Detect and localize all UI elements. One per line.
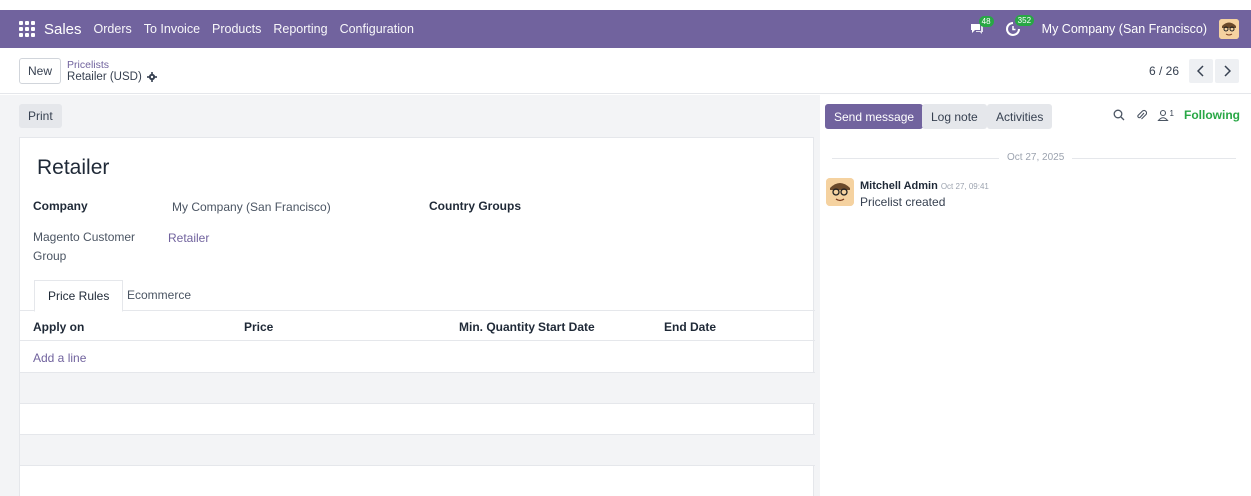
table-row — [20, 435, 815, 466]
search-icon[interactable] — [1113, 109, 1125, 121]
date-label: Oct 27, 2025 — [999, 152, 1073, 163]
activities-chatter-button[interactable]: Activities — [987, 104, 1053, 129]
column-end-date[interactable]: End Date — [664, 320, 716, 334]
pager-previous-button[interactable] — [1189, 59, 1213, 83]
print-button[interactable]: Print — [19, 104, 62, 128]
breadcrumb-pricelists[interactable]: Pricelists — [67, 59, 157, 71]
column-price[interactable]: Price — [244, 320, 273, 334]
menu-to-invoice[interactable]: To Invoice — [144, 22, 200, 36]
message-time: Oct 27, 09:41 — [940, 182, 989, 191]
chatter-tools: 1 Following — [1113, 108, 1240, 122]
form-sheet: Retailer Company My Company (San Francis… — [19, 137, 815, 496]
message-author-avatar[interactable] — [826, 178, 854, 206]
followers-count: 1 — [1169, 109, 1174, 118]
pricelist-name[interactable]: Retailer — [37, 156, 109, 180]
new-button[interactable]: New — [19, 57, 62, 84]
add-line-link[interactable]: Add a line — [33, 351, 86, 365]
price-rules-header: Apply on Price Min. Quantity Start Date … — [20, 311, 815, 341]
company-switcher[interactable]: My Company (San Francisco) — [1042, 22, 1207, 36]
user-icon — [1156, 109, 1169, 121]
message-body: Pricelist created — [860, 195, 946, 209]
paperclip-icon[interactable] — [1135, 109, 1147, 121]
menu-orders[interactable]: Orders — [94, 22, 132, 36]
magento-group-label: Magento Customer Group — [33, 230, 136, 263]
breadcrumb: Pricelists Retailer (USD) — [67, 59, 157, 83]
message-author[interactable]: Mitchell Admin Oct 27, 09:41 — [860, 180, 989, 192]
messages-button[interactable]: 48 — [970, 16, 994, 35]
chevron-right-icon — [1224, 65, 1231, 77]
pager: 6 / 26 — [1149, 59, 1239, 83]
pager-next-button[interactable] — [1215, 59, 1239, 83]
notebook-tabs: Price Rules Ecommerce — [20, 280, 815, 312]
tab-price-rules[interactable]: Price Rules — [34, 280, 124, 312]
control-panel: New Pricelists Retailer (USD) 6 / 26 — [0, 48, 1251, 94]
company-label: Company — [33, 199, 88, 213]
activities-badge: 352 — [1014, 15, 1035, 26]
user-avatar[interactable] — [1219, 19, 1239, 39]
country-groups-label: Country Groups — [429, 199, 521, 213]
breadcrumb-current: Retailer (USD) — [67, 71, 157, 83]
country-groups-field[interactable] — [580, 200, 800, 216]
tab-ecommerce[interactable]: Ecommerce — [127, 280, 191, 311]
apps-grid-icon[interactable] — [19, 21, 35, 37]
pager-value[interactable]: 6 / 26 — [1149, 64, 1179, 78]
table-row — [20, 373, 815, 404]
menu-reporting[interactable]: Reporting — [273, 22, 327, 36]
activities-button[interactable]: 352 — [1005, 15, 1035, 36]
breadcrumb-current-label: Retailer (USD) — [67, 70, 142, 83]
send-message-button[interactable]: Send message — [825, 104, 924, 129]
magento-group-field[interactable]: Retailer — [168, 231, 209, 245]
menu-configuration[interactable]: Configuration — [340, 22, 414, 36]
table-row: Add a line — [20, 342, 815, 373]
column-min-quantity[interactable]: Min. Quantity — [459, 320, 535, 334]
column-start-date[interactable]: Start Date — [538, 320, 595, 334]
followers-button[interactable]: 1 — [1156, 109, 1174, 121]
gear-icon[interactable] — [146, 71, 157, 82]
following-button[interactable]: Following — [1184, 108, 1240, 122]
table-row — [20, 404, 815, 435]
column-apply-on[interactable]: Apply on — [33, 320, 84, 334]
company-field[interactable]: My Company (San Francisco) — [172, 200, 331, 214]
app-brand[interactable]: Sales — [44, 21, 82, 38]
log-note-button[interactable]: Log note — [922, 104, 987, 129]
message-author-name: Mitchell Admin — [860, 180, 938, 192]
chevron-left-icon — [1197, 65, 1204, 77]
navbar-systray: 48 352 My Company (San Francisco) — [970, 15, 1251, 39]
top-navbar: Sales Orders To Invoice Products Reporti… — [0, 10, 1251, 48]
messages-badge: 48 — [978, 16, 994, 27]
menu-products[interactable]: Products — [212, 22, 261, 36]
